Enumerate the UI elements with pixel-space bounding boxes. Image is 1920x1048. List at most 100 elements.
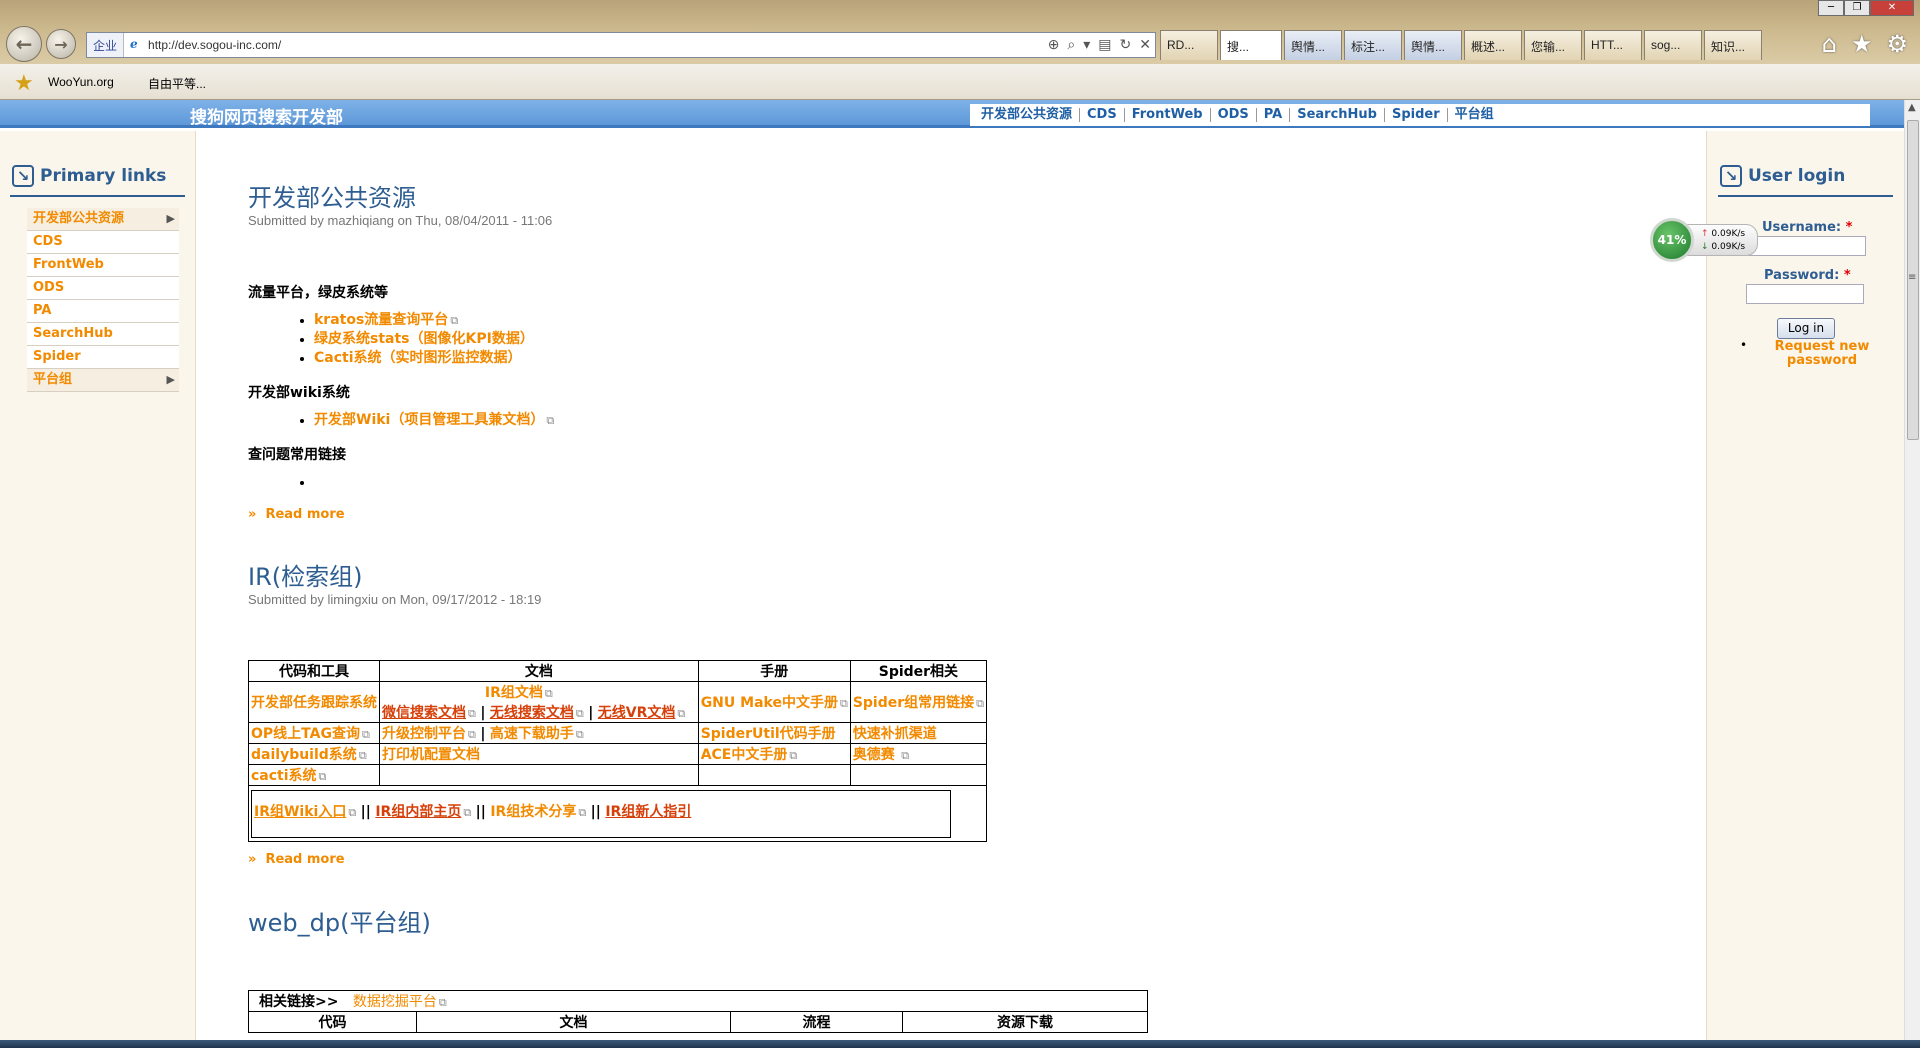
node-title[interactable]: web_dp(平台组) [248, 903, 431, 938]
cacti-system-link[interactable]: cacti系统 [251, 768, 317, 784]
external-link-icon: ⧉ [546, 414, 555, 427]
read-more-link[interactable]: » Read more [248, 852, 345, 867]
web-dp-table: 相关链接>> 数据挖掘平台 ⧉ 代码 文档 流程 资源下载 [248, 990, 1148, 1033]
table-cell [379, 764, 699, 786]
wiki-link[interactable]: 开发部Wiki（项目管理工具兼文档） [314, 412, 544, 428]
password-input[interactable] [1746, 284, 1864, 304]
list-item: kratos流量查询平台⧉ [314, 311, 534, 330]
gnu-make-link[interactable]: GNU Make中文手册 [701, 695, 838, 711]
table-header: 代码 [248, 1011, 417, 1033]
request-password-link[interactable]: Request new password [1762, 340, 1882, 368]
topnav-item[interactable]: FrontWeb [1125, 108, 1211, 122]
menu-item-ods[interactable]: ODS [27, 277, 179, 300]
close-window-button[interactable]: ✕ [1870, 0, 1914, 16]
kratos-link[interactable]: kratos流量查询平台 [314, 312, 448, 328]
main-content: 开发部公共资源 Submitted by mazhiqiang on Thu, … [248, 131, 1688, 1048]
dropdown-icon[interactable]: ▾ [1083, 36, 1090, 53]
tab-7[interactable]: HTT... [1584, 30, 1642, 60]
ir-docs-link[interactable]: IR组文档 [485, 685, 543, 701]
login-button[interactable]: Log in [1777, 318, 1835, 339]
tab-5[interactable]: 概述... [1464, 30, 1522, 60]
download-helper-link[interactable]: 高速下载助手 [490, 726, 574, 742]
spider-links-link[interactable]: Spider组常用链接 [853, 695, 974, 711]
menu-item-searchhub[interactable]: SearchHub [27, 323, 179, 346]
ir-newbie-link[interactable]: IR组新人指引 [605, 804, 691, 820]
menu-item-frontweb[interactable]: FrontWeb [27, 254, 179, 277]
wireless-vr-docs-link[interactable]: 无线VR文档 [598, 705, 676, 721]
op-tag-link[interactable]: OP线上TAG查询 [251, 726, 360, 742]
upgrade-platform-link[interactable]: 升级控制平台 [382, 726, 466, 742]
list-item: 开发部Wiki（项目管理工具兼文档）⧉ [314, 411, 554, 430]
list-item: Cacti系统（实时图形监控数据） [314, 349, 534, 368]
weixin-docs-link[interactable]: 微信搜索文档 [382, 705, 466, 721]
favorites-icon[interactable]: ★ [14, 70, 34, 96]
url-text[interactable]: http://dev.sogou-inc.com/ [124, 37, 281, 52]
topnav-item[interactable]: CDS [1080, 108, 1125, 122]
tab-0[interactable]: RD... [1160, 30, 1218, 60]
tab-4[interactable]: 舆情... [1404, 30, 1462, 60]
ir-tech-share-link[interactable]: IR组技术分享 [490, 804, 576, 820]
favorite-wooyun[interactable]: WooYun.org [48, 75, 114, 89]
tab-9[interactable]: 知识... [1704, 30, 1762, 60]
tab-6[interactable]: 您输... [1524, 30, 1582, 60]
topnav-item[interactable]: 开发部公共资源 [974, 108, 1081, 122]
odyssey-link[interactable]: 奥德赛 [853, 747, 895, 763]
ir-homepage-link[interactable]: IR组内部主页 [375, 804, 461, 820]
submitted-info: Submitted by mazhiqiang on Thu, 08/04/20… [248, 213, 553, 228]
compat-icon[interactable]: ⊕ [1048, 36, 1060, 53]
gear-icon[interactable]: ⚙ [1886, 30, 1908, 58]
topnav-item[interactable]: Spider [1385, 108, 1448, 122]
menu-item-platform[interactable]: 平台组 ▶ [27, 369, 179, 392]
back-button[interactable]: ← [6, 26, 42, 62]
refresh-icon[interactable]: ↻ [1120, 36, 1132, 53]
username-input[interactable] [1748, 236, 1866, 256]
ace-manual-link[interactable]: ACE中文手册 [701, 747, 788, 763]
menu-item-public-resources[interactable]: 开发部公共资源 ▶ [27, 208, 179, 231]
address-zone[interactable]: 企业 [87, 33, 125, 57]
tab-3[interactable]: 标注... [1344, 30, 1402, 60]
home-icon[interactable]: ⌂ [1822, 30, 1837, 58]
table-cell: IR组文档 ⧉ 微信搜索文档 ⧉ | 无线搜索文档 ⧉ | 无线VR文档 ⧉ [379, 681, 699, 723]
back-arrow-icon: ← [15, 32, 33, 56]
stop-icon[interactable]: ✕ [1139, 36, 1151, 53]
minimize-button[interactable]: ─ [1818, 0, 1844, 16]
data-mining-link[interactable]: 数据挖掘平台 [353, 994, 437, 1010]
menu-item-cds[interactable]: CDS [27, 231, 179, 254]
scroll-up-icon[interactable]: ▲ [1908, 102, 1916, 113]
tab-8[interactable]: sog... [1644, 30, 1702, 60]
spiderutil-link[interactable]: SpiderUtil代码手册 [701, 726, 836, 742]
topnav-item[interactable]: SearchHub [1290, 108, 1385, 122]
topnav-item[interactable]: PA [1257, 108, 1291, 122]
address-bar[interactable]: 企业 http://dev.sogou-inc.com/ ⊕ ⌕ ▾ ▤ ↻ ✕ [86, 32, 1156, 58]
forward-button[interactable]: → [46, 29, 76, 59]
favorite-item[interactable]: 自由平等... [148, 75, 206, 92]
node-title[interactable]: IR(检索组) [248, 557, 362, 592]
dailybuild-link[interactable]: dailybuild系统 [251, 747, 357, 763]
compatibility-view-icon[interactable]: ▤ [1098, 36, 1111, 53]
list-item: 绿皮系统stats（图像化KPI数据） [314, 330, 534, 349]
tab-2[interactable]: 舆情... [1284, 30, 1342, 60]
external-link-icon: ⧉ [450, 314, 459, 327]
cacti-link[interactable]: Cacti系统（实时图形监控数据） [314, 350, 522, 366]
menu-item-spider[interactable]: Spider [27, 346, 179, 369]
quick-crawl-link[interactable]: 快速补抓渠道 [853, 726, 937, 742]
stats-link[interactable]: 绿皮系统stats（图像化KPI数据） [314, 331, 534, 347]
search-icon[interactable]: ⌕ [1067, 36, 1075, 53]
table-cell [697, 764, 851, 786]
tab-1[interactable]: 搜... [1220, 30, 1282, 60]
favorites-star-icon[interactable]: ★ [1851, 30, 1873, 58]
wireless-search-docs-link[interactable]: 无线搜索文档 [490, 705, 574, 721]
topnav-item[interactable]: 平台组 [1448, 108, 1501, 122]
read-more-link[interactable]: » Read more [248, 507, 345, 522]
node-title[interactable]: 开发部公共资源 [248, 178, 416, 213]
page-scrollbar[interactable]: ▲ ≡ [1904, 100, 1920, 1048]
window-controls: ─ ❐ ✕ [1818, 0, 1914, 16]
site-title[interactable]: 搜狗网页搜索开发部 [190, 103, 343, 128]
forward-arrow-icon: → [54, 34, 68, 54]
restore-button[interactable]: ❐ [1844, 0, 1870, 16]
ir-wiki-link[interactable]: IR组Wiki入口 [254, 804, 346, 820]
task-tracker-link[interactable]: 开发部任务跟踪系统 [251, 695, 377, 711]
topnav-item[interactable]: ODS [1211, 108, 1257, 122]
printer-docs-link[interactable]: 打印机配置文档 [382, 747, 480, 763]
menu-item-pa[interactable]: PA [27, 300, 179, 323]
